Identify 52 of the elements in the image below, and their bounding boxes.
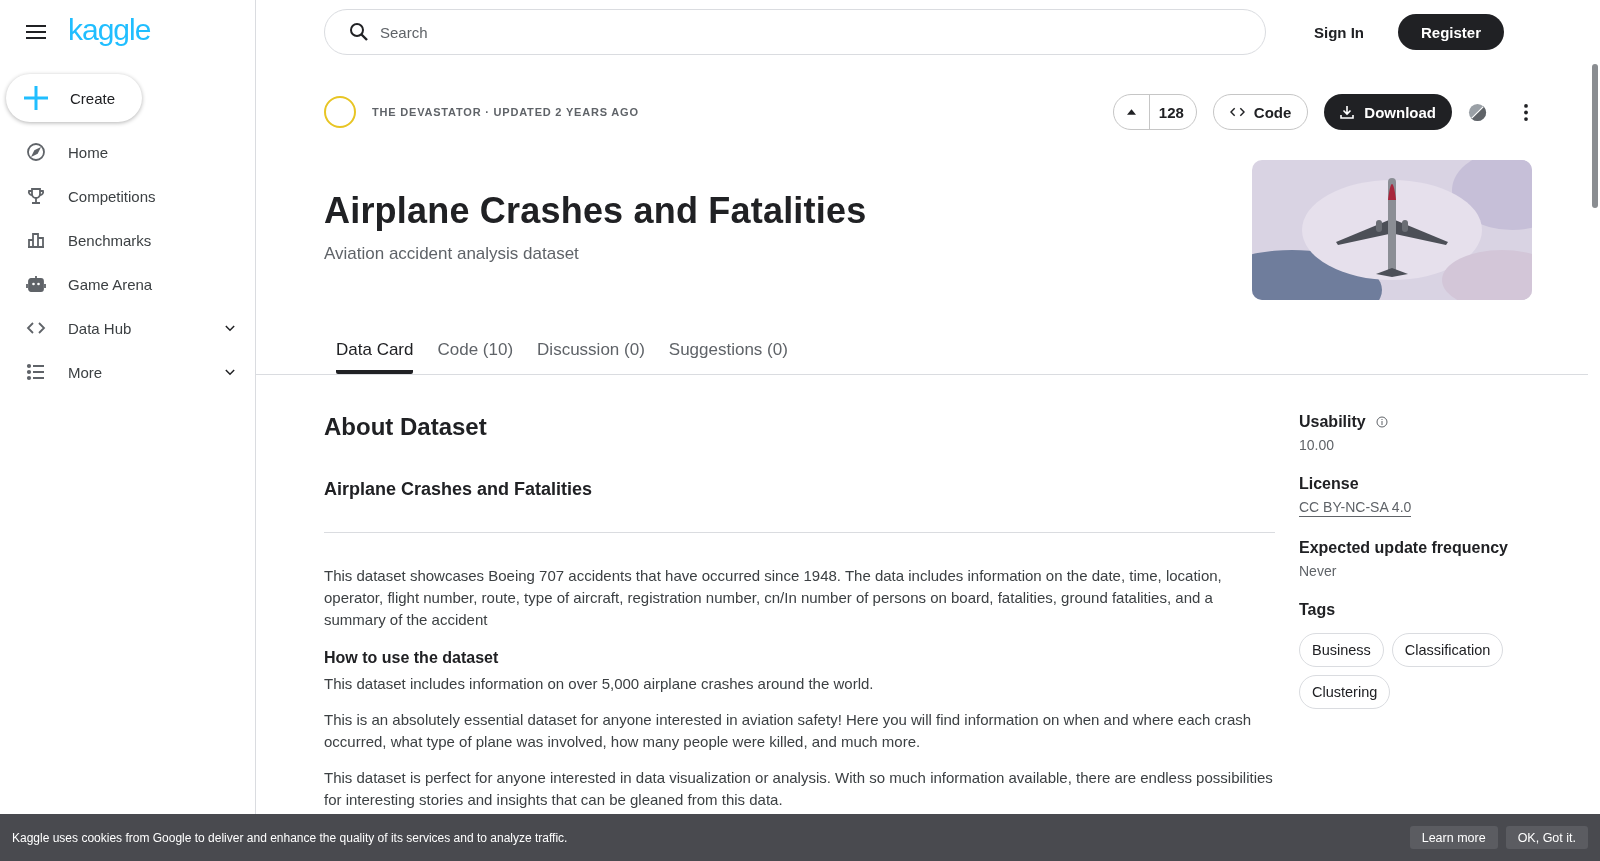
ok-button[interactable]: OK, Got it. xyxy=(1505,826,1588,849)
register-button[interactable]: Register xyxy=(1398,14,1505,50)
list-icon xyxy=(26,362,46,382)
tab[interactable]: Code (10) xyxy=(437,332,514,374)
tags-label: Tags xyxy=(1299,601,1336,619)
license-label: License xyxy=(1299,475,1359,493)
vote-count: 128 xyxy=(1157,103,1185,121)
sidebar-item[interactable]: Game Arena xyxy=(0,262,255,306)
sidebar-item[interactable]: Competitions xyxy=(0,174,255,218)
theme-icon[interactable] xyxy=(1468,102,1487,122)
code-icon xyxy=(1229,107,1245,117)
triangle-up-icon xyxy=(1126,109,1136,115)
frequency-value: Never xyxy=(1299,563,1337,579)
plus-icon xyxy=(24,86,48,110)
usability-label: Usability xyxy=(1299,413,1366,431)
dataset-title: Airplane Crashes and Fatalities xyxy=(324,189,867,233)
search-field[interactable]: Search xyxy=(324,9,1266,55)
chevron-down-icon xyxy=(225,368,235,376)
download-icon xyxy=(1340,105,1355,119)
cookie-message: Kaggle uses cookies from Google to deliver and enhance the quality of its services and to analyze traffic. xyxy=(12,830,568,845)
info-icon[interactable] xyxy=(1375,416,1388,428)
paragraph: This dataset is perfect for anyone interested in data visualization or analysis. With so much information available, there are endless possibilities for interesting stories and insights that can be gleaned from this data. xyxy=(324,768,1274,810)
download-button[interactable]: Download xyxy=(1324,94,1452,130)
trophy-icon xyxy=(26,186,46,206)
sidebar-item[interactable]: More xyxy=(0,350,255,394)
create-button[interactable]: Create xyxy=(6,74,142,122)
code-button[interactable]: Code xyxy=(1212,94,1309,130)
section-subheading: Airplane Crashes and Fatalities xyxy=(324,479,594,500)
paragraph: This is an absolutely essential dataset for anyone interested in aviation safety! Here you will find information on when and where each crash occurred, what type of plane was involved, how many people were killed, and much more. xyxy=(324,710,1253,752)
paragraph: This dataset includes information on over 5,000 airplane crashes around the world. xyxy=(324,674,875,694)
dataset-subtitle: Aviation accident analysis dataset xyxy=(324,244,580,264)
chevron-down-icon xyxy=(225,324,235,332)
robot-icon xyxy=(26,274,46,294)
more-options-icon[interactable] xyxy=(1524,103,1528,121)
bar-chart-icon xyxy=(26,230,46,250)
learn-more-button[interactable]: Learn more xyxy=(1409,826,1498,849)
paragraph-heading: How to use the dataset xyxy=(324,649,500,667)
sidebar-item[interactable]: Benchmarks xyxy=(0,218,255,262)
usability-value: 10.00 xyxy=(1299,437,1335,453)
sidebar-item[interactable]: Home xyxy=(0,130,255,174)
license-link[interactable]: CC BY-NC-SA 4.0 xyxy=(1299,499,1412,517)
paragraph: This dataset showcases Boeing 707 accidents that have occurred since 1948. The data includes information on the date, time, location, operator, flight number, route, type of aircraft, registration number, cn/In number of persons on board, fatalities, ground fatalities, and a summary of the accident xyxy=(324,566,1223,630)
section-heading: About Dataset xyxy=(324,413,488,441)
menu-icon[interactable] xyxy=(26,25,46,39)
sign-in-button[interactable]: Sign In xyxy=(1314,15,1364,49)
compass-icon xyxy=(26,142,46,162)
search-icon xyxy=(349,22,369,42)
dataset-meta: THE DEVASTATOR · UPDATED 2 YEARS AGO xyxy=(372,106,639,118)
sidebar-item[interactable]: Data Hub xyxy=(0,306,255,350)
tab[interactable]: Discussion (0) xyxy=(537,332,645,374)
tab[interactable]: Suggestions (0) xyxy=(668,332,788,374)
frequency-label: Expected update frequency xyxy=(1299,539,1508,557)
